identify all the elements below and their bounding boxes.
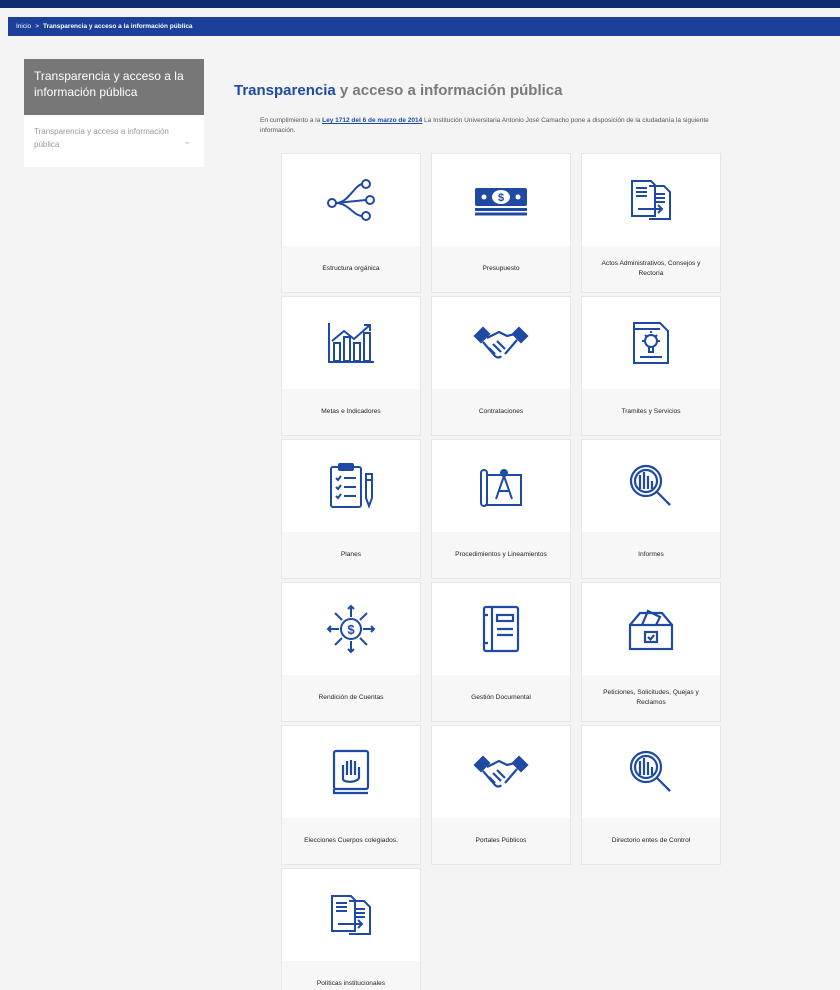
card-tramites-servicios[interactable]: Tramites y Servicios xyxy=(581,296,721,436)
card-label: Procedimientos y Lineamientos xyxy=(432,532,570,578)
card-label: Tramites y Servicios xyxy=(582,389,720,435)
breadcrumb: Inicio > Transparencia y acceso a la inf… xyxy=(8,17,840,36)
binder-icon xyxy=(481,605,521,653)
magnifier-report-icon xyxy=(628,749,674,795)
chevron-down-icon[interactable]: ⌄ xyxy=(183,135,191,148)
card-metas-indicadores[interactable]: Metas e Indicadores xyxy=(281,296,421,436)
sidebar-item-label: Transparencia y acceso a información púb… xyxy=(34,127,169,149)
card-label: Metas e Indicadores xyxy=(282,389,420,435)
card-label: Gestión Documental xyxy=(432,675,570,721)
card-directorio-entes[interactable]: Directorio entes de Control xyxy=(581,725,721,865)
clipboard-checklist-icon xyxy=(328,462,374,510)
card-label: Peticiones, Solicitudes, Quejas y Reclam… xyxy=(582,675,720,721)
card-planes[interactable]: Planes xyxy=(281,439,421,579)
card-label: Informes xyxy=(582,532,720,578)
law-link[interactable]: Ley 1712 del 6 de marzo de 2014 xyxy=(322,117,422,124)
sidebar-item-transparencia[interactable]: Transparencia y acceso a información púb… xyxy=(24,115,204,167)
card-label: Actos Administrativos, Consejos y Rector… xyxy=(582,246,720,292)
breadcrumb-separator: > xyxy=(35,23,39,30)
hand-vote-book-icon xyxy=(331,749,371,795)
card-label: Portales Públicos xyxy=(432,818,570,864)
card-elecciones[interactable]: Elecciones Cuerpos colegiados. xyxy=(281,725,421,865)
sidebar-header[interactable]: Transparencia y acceso a la información … xyxy=(24,59,204,115)
card-label: Directorio entes de Control xyxy=(582,818,720,864)
card-label: Elecciones Cuerpos colegiados. xyxy=(282,818,420,864)
svg-text:$: $ xyxy=(347,622,355,637)
document-lightbulb-icon xyxy=(631,320,671,366)
documents-transfer-icon xyxy=(329,893,373,937)
transparency-cards-grid: Estructura orgánica $ Presupuesto Actos … xyxy=(281,153,721,990)
handshake-icon xyxy=(473,753,529,791)
money-arrows-icon: $ xyxy=(326,604,376,654)
card-label: Planes xyxy=(282,532,420,578)
intro-text: En cumplimiento a la Ley 1712 del 6 de m… xyxy=(260,116,730,136)
intro-before: En cumplimiento a la xyxy=(260,117,323,124)
card-informes[interactable]: Informes xyxy=(581,439,721,579)
card-label: Contrataciones xyxy=(432,389,570,435)
card-procedimientos[interactable]: Procedimientos y Lineamientos xyxy=(431,439,571,579)
card-presupuesto[interactable]: $ Presupuesto xyxy=(431,153,571,293)
magnifier-report-icon xyxy=(628,463,674,509)
documents-transfer-icon xyxy=(629,178,673,222)
card-contrataciones[interactable]: Contrataciones xyxy=(431,296,571,436)
card-estructura-organica[interactable]: Estructura orgánica xyxy=(281,153,421,293)
money-icon: $ xyxy=(473,184,529,216)
breadcrumb-home-link[interactable]: Inicio xyxy=(16,23,31,30)
card-politicas-institucionales[interactable]: Políticas institucionales xyxy=(281,868,421,990)
card-actos-administrativos[interactable]: Actos Administrativos, Consejos y Rector… xyxy=(581,153,721,293)
card-portales-publicos[interactable]: Portales Públicos xyxy=(431,725,571,865)
card-rendicion-cuentas[interactable]: $ Rendición de Cuentas xyxy=(281,582,421,722)
page-title-bold: Transparencia xyxy=(234,82,336,99)
card-peticiones[interactable]: Peticiones, Solicitudes, Quejas y Reclam… xyxy=(581,582,721,722)
ballot-box-icon xyxy=(626,607,676,651)
card-gestion-documental[interactable]: Gestión Documental xyxy=(431,582,571,722)
sidebar: Transparencia y acceso a la información … xyxy=(24,59,204,167)
svg-text:$: $ xyxy=(498,192,504,204)
card-label: Estructura orgánica xyxy=(282,246,420,292)
bar-chart-icon xyxy=(326,321,376,365)
top-header-strip xyxy=(0,0,840,8)
card-label: Políticas institucionales xyxy=(282,961,420,990)
page-title: Transparencia y acceso a información púb… xyxy=(234,82,562,99)
card-label: Rendición de Cuentas xyxy=(282,675,420,721)
handshake-icon xyxy=(473,324,529,362)
page-title-rest: y acceso a información pública xyxy=(335,82,563,99)
blueprint-compass-icon xyxy=(477,463,525,509)
card-label: Presupuesto xyxy=(432,246,570,292)
breadcrumb-current: Transparencia y acceso a la información … xyxy=(42,23,193,30)
org-structure-icon xyxy=(326,178,376,222)
